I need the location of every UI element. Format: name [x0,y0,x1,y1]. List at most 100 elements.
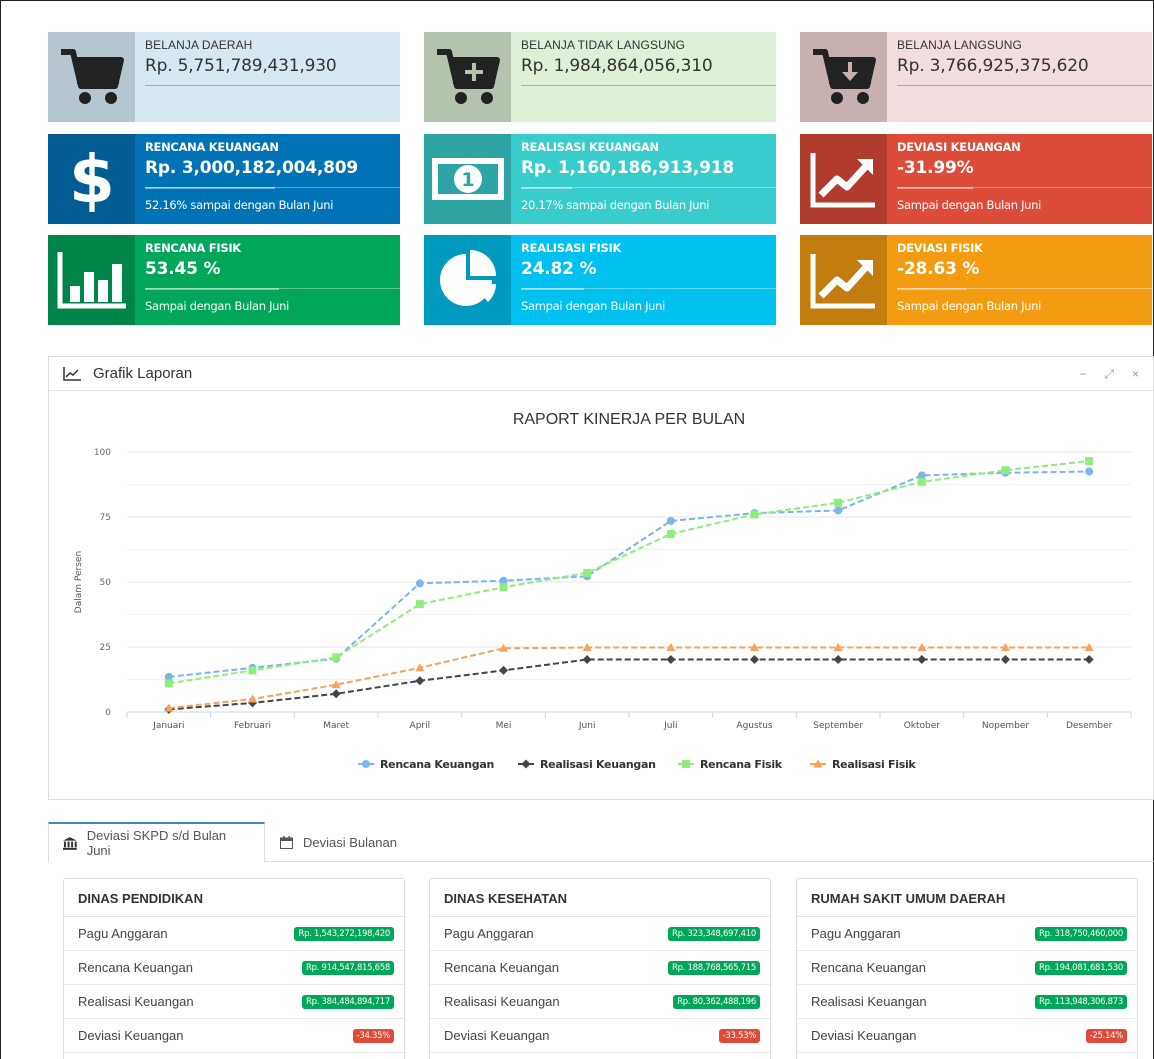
tab-deviasi-skpd[interactable]: Deviasi SKPD s/d Bulan Juni [48,822,265,863]
data-point [1084,654,1094,664]
performance-chart: RAPORT KINERJA PER BULAN 0 25 50 75 100 Januar… [74,411,1132,771]
panel-title: Grafik Laporan [93,365,193,382]
money-bill-icon: 1 [424,134,511,224]
row-label: Deviasi Keuangan [78,1028,184,1043]
tile-realisasi-fisik[interactable]: REALISASI FISIK 24.82 % Sampai dengan Bu… [424,235,776,325]
row-label: Realisasi Keuangan [78,994,194,1009]
card-dinas-pendidikan: DINAS PENDIDIKAN Pagu Anggaran Rp. 1,543,… [63,878,405,1059]
x-tick-label: September [813,721,863,731]
card-row: Rencana Keuangan Rp. 194,081,681,530 [797,951,1137,985]
series-line [168,646,1090,710]
legend-label: Rencana Keuangan [380,758,494,771]
series-line [168,658,1090,711]
tile-value: Rp. 1,160,186,913,918 [521,158,735,178]
tile-progress [521,187,572,189]
y-tick-label: 25 [100,643,111,653]
cart-icon [48,32,135,122]
tile-deviasi-fisik[interactable]: DEVIASI FISIK -28.63 % Sampai dengan Bul… [800,235,1152,325]
data-point [1001,654,1010,664]
row-label: Rencana Keuangan [444,960,559,975]
tile-label: DEVIASI KEUANGAN [897,140,1021,154]
x-tick-label: Oktober [904,721,941,731]
tile-value: -28.63 % [897,259,980,279]
panel-header: Grafik Laporan [49,357,1153,391]
x-tick-label: Maret [323,721,349,731]
close-button[interactable]: × [1132,367,1139,382]
legend-marker [521,759,531,769]
card-row: Realisasi Keuangan Rp. 80,362,488,196 [430,985,770,1019]
row-label: Realisasi Keuangan [811,994,927,1009]
card-row: Pagu Anggaran Rp. 323,348,697,410 [430,917,770,951]
data-point [1085,467,1094,476]
tile-value: Rp. 5,751,789,431,930 [145,56,337,76]
data-point [582,654,592,664]
x-tick-label: Februari [234,721,271,731]
data-point [666,516,675,525]
card-row: Deviasi Keuangan -25.14% [797,1019,1137,1053]
tile-progress [521,288,584,290]
data-point [1001,466,1010,475]
value-badge: Rp. 914,547,815,658 [301,960,394,975]
tile-belanja-tidak-langsung[interactable]: BELANJA TIDAK LANGSUNG Rp. 1,984,864,056… [424,32,776,122]
tile-divider [145,85,400,86]
bank-icon [63,836,77,850]
legend-marker [682,760,690,768]
value-badge: Rp. 113,948,306,873 [1034,994,1127,1009]
card-title: RUMAH SAKIT UMUM DAERAH [797,879,1137,917]
tile-deviasi-keuangan[interactable]: DEVIASI KEUANGAN -31.99% Sampai dengan B… [800,134,1152,224]
data-point [666,529,675,538]
card-row: Realisasi Keuangan Rp. 384,484,894,717 [64,985,404,1019]
y-tick-label: 0 [105,708,111,718]
row-label: Pagu Anggaran [811,926,901,941]
y-tick-label: 50 [100,578,112,588]
cart-down-icon [800,32,887,122]
card-row: Deviasi Keuangan -33.53% [430,1019,770,1053]
data-point [917,654,927,664]
tile-subtext: 52.16% sampai dengan Bulan Juni [145,198,334,212]
trend-chart-icon [800,235,887,325]
tile-rencana-keuangan[interactable]: $ RENCANA KEUANGAN Rp. 3,000,182,004,809… [48,134,400,224]
cart-plus-icon [424,32,511,122]
legend-label: Rencana Fisik [700,758,783,771]
value-badge: Rp. 194,081,681,530 [1034,960,1127,975]
y-tick-label: 75 [100,513,111,523]
tile-label: RENCANA FISIK [145,241,241,255]
data-point [415,600,424,609]
x-tick-label: Desember [1066,721,1113,731]
value-badge: Rp. 80,362,488,196 [673,994,760,1009]
row-label: Realisasi Keuangan [444,994,560,1009]
tab-bar: Deviasi SKPD s/d Bulan Juni Deviasi Bula… [48,822,1154,863]
data-point [499,665,508,675]
data-point [164,679,173,688]
legend-label: Realisasi Keuangan [540,758,656,771]
card-row: Pagu Anggaran Rp. 1,543,272,198,420 [64,917,404,951]
tile-rencana-fisik[interactable]: RENCANA FISIK 53.45 % Sampai dengan Bula… [48,235,400,325]
tile-belanja-langsung[interactable]: BELANJA LANGSUNG Rp. 3,766,925,375,620 [800,32,1152,122]
tile-progress [897,288,967,290]
data-point [415,676,425,686]
tile-value: 24.82 % [521,259,597,279]
data-point [750,510,759,519]
data-point [917,477,926,486]
line-chart-icon [63,366,81,381]
tile-value: -31.99% [897,158,974,178]
tile-divider [521,85,776,86]
card-row: Rencana Keuangan Rp. 914,547,815,658 [64,951,404,985]
row-label: Deviasi Keuangan [444,1028,550,1043]
data-point [332,653,341,662]
tile-label: BELANJA LANGSUNG [897,38,1022,52]
tile-belanja-daerah[interactable]: BELANJA DAERAH Rp. 5,751,789,431,930 [48,32,400,122]
tile-subtext: Sampai dengan Bulan Juni [521,299,666,313]
minimize-button[interactable]: − [1079,367,1086,382]
calendar-icon [280,835,293,849]
tile-realisasi-keuangan[interactable]: 1 REALISASI KEUANGAN Rp. 1,160,186,913,9… [424,134,776,224]
tab-deviasi-bulanan[interactable]: Deviasi Bulanan [266,822,411,862]
expand-button[interactable]: ⤢ [1104,367,1114,382]
series-line [168,470,1090,678]
series-line [168,460,1090,685]
value-badge: -34.35% [352,1028,394,1043]
data-point [833,654,843,664]
data-point [248,666,257,675]
data-point [750,654,759,664]
tile-value: Rp. 1,984,864,056,310 [521,56,713,76]
